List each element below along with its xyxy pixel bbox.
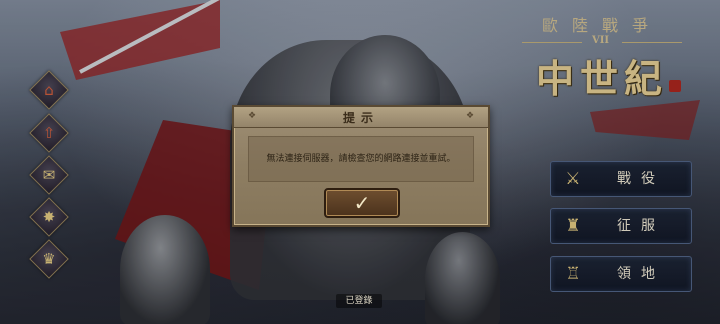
dialog-title: 提示 — [342, 111, 379, 125]
dialog-message: 無法連接伺服器，請檢查您的網路連接並重試。 — [266, 154, 456, 164]
dialog-body: 無法連接伺服器，請檢查您的網路連接並重試。 — [248, 136, 474, 182]
checkmark-icon: ✓ — [353, 191, 371, 215]
alert-dialog: ❖ 提示 ❖ 無法連接伺服器，請檢查您的網路連接並重試。 ✓ — [232, 105, 490, 227]
login-status: 已登錄 — [336, 294, 382, 308]
ornament-icon: ❖ — [465, 111, 475, 121]
confirm-button[interactable]: ✓ — [324, 188, 400, 218]
dialog-header: ❖ 提示 ❖ — [234, 107, 488, 128]
